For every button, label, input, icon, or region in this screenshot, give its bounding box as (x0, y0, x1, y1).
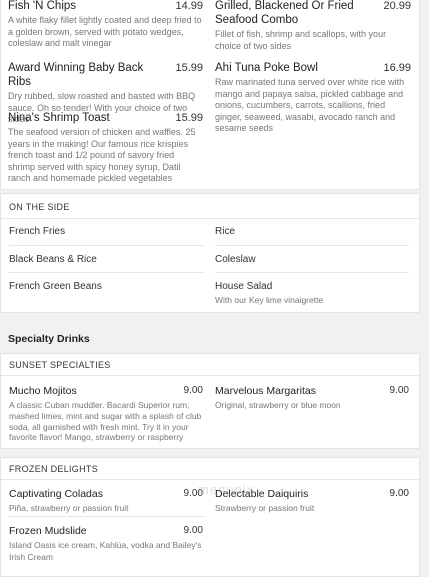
item-name: Captivating Coladas (9, 488, 103, 500)
item-description: A classic Cuban muddler. Bacardi Superio… (9, 400, 202, 443)
item-name: Ahi Tuna Poke Bowl (215, 62, 318, 74)
item-price: 15.99 (175, 112, 203, 124)
item-name: Fish 'N Chips (8, 0, 77, 12)
entrees-card: Fish 'N Chips 14.99 A white flaky fillet… (0, 0, 420, 190)
item-price: 9.00 (183, 525, 203, 536)
item-description: Original, strawberry or blue moon (215, 400, 341, 410)
item-price: 9.00 (389, 488, 409, 499)
menu-item-fish-n-chips[interactable]: Fish 'N Chips 14.99 A white flaky fillet… (8, 0, 203, 50)
menu-item-poke-bowl[interactable]: Ahi Tuna Poke Bowl 16.99 Raw marinated t… (215, 61, 411, 135)
item-price: 20.99 (383, 0, 411, 12)
item-name: Mucho Mojitos (9, 385, 77, 397)
side-item-house-salad[interactable]: House Salad (215, 281, 272, 292)
side-item-french-fries[interactable]: French Fries (9, 226, 65, 237)
sides-card: ON THE SIDE French Fries Rice Black Bean… (0, 193, 420, 313)
item-price: 14.99 (175, 0, 203, 12)
item-price: 9.00 (389, 385, 409, 396)
side-item-description: With our Key lime vinaigrette (215, 295, 324, 305)
menu-item-shrimp-toast[interactable]: Nina's Shrimp Toast 15.99 The seafood ve… (8, 111, 203, 185)
side-item-black-beans-rice[interactable]: Black Beans & Rice (9, 254, 97, 265)
drink-item-mucho-mojitos[interactable]: Mucho Mojitos 9.00 A classic Cuban muddl… (9, 384, 203, 443)
divider (1, 479, 419, 480)
side-item-coleslaw[interactable]: Coleslaw (215, 254, 256, 265)
item-price: 9.00 (183, 385, 203, 396)
section-label-sunset-specialties: SUNSET SPECIALTIES (9, 360, 111, 370)
divider (1, 218, 419, 219)
watermark: menupix (198, 482, 255, 497)
drink-item-frozen-mudslide[interactable]: Frozen Mudslide 9.00 Island Oasis ice cr… (9, 524, 203, 563)
group-title-specialty-drinks: Specialty Drinks (8, 333, 90, 345)
divider (1, 375, 419, 376)
drink-item-captivating-coladas[interactable]: Captivating Coladas 9.00 Piña, strawberr… (9, 487, 203, 515)
item-description: A white flaky fillet lightly coated and … (8, 15, 202, 48)
item-price: 15.99 (175, 62, 203, 74)
item-description: The seafood version of chicken and waffl… (8, 127, 196, 183)
item-description: Island Oasis ice cream, Kahlúa, vodka an… (9, 540, 202, 562)
section-label-on-the-side: ON THE SIDE (9, 202, 70, 212)
item-name: Nina's Shrimp Toast (8, 112, 110, 124)
item-description: Strawberry or passion fruit (215, 503, 315, 513)
item-price: 16.99 (383, 62, 411, 74)
item-name: Award Winning Baby Back Ribs (8, 62, 144, 88)
side-item-french-green-beans[interactable]: French Green Beans (9, 281, 102, 292)
item-description: Raw marinated tuna served over white ric… (215, 77, 405, 133)
section-label-frozen-delights: FROZEN DELIGHTS (9, 464, 99, 474)
divider (9, 272, 204, 273)
item-name: Marvelous Margaritas (215, 385, 316, 397)
side-item-rice[interactable]: Rice (215, 226, 235, 237)
sunset-specialties-card: SUNSET SPECIALTIES Mucho Mojitos 9.00 A … (0, 353, 420, 449)
frozen-delights-card: FROZEN DELIGHTS Captivating Coladas 9.00… (0, 457, 420, 577)
drink-item-marvelous-margaritas[interactable]: Marvelous Margaritas 9.00 Original, stra… (215, 384, 409, 412)
item-description: Fillet of fish, shrimp and scallops, wit… (215, 29, 387, 51)
divider (9, 516, 204, 517)
divider (215, 272, 409, 273)
divider (9, 245, 204, 246)
item-description: Piña, strawberry or passion fruit (9, 503, 129, 513)
item-name: Grilled, Blackened Or Fried Seafood Comb… (215, 0, 354, 26)
menu-item-seafood-combo[interactable]: Grilled, Blackened Or Fried Seafood Comb… (215, 0, 411, 52)
item-name: Frozen Mudslide (9, 525, 87, 537)
divider (215, 245, 409, 246)
